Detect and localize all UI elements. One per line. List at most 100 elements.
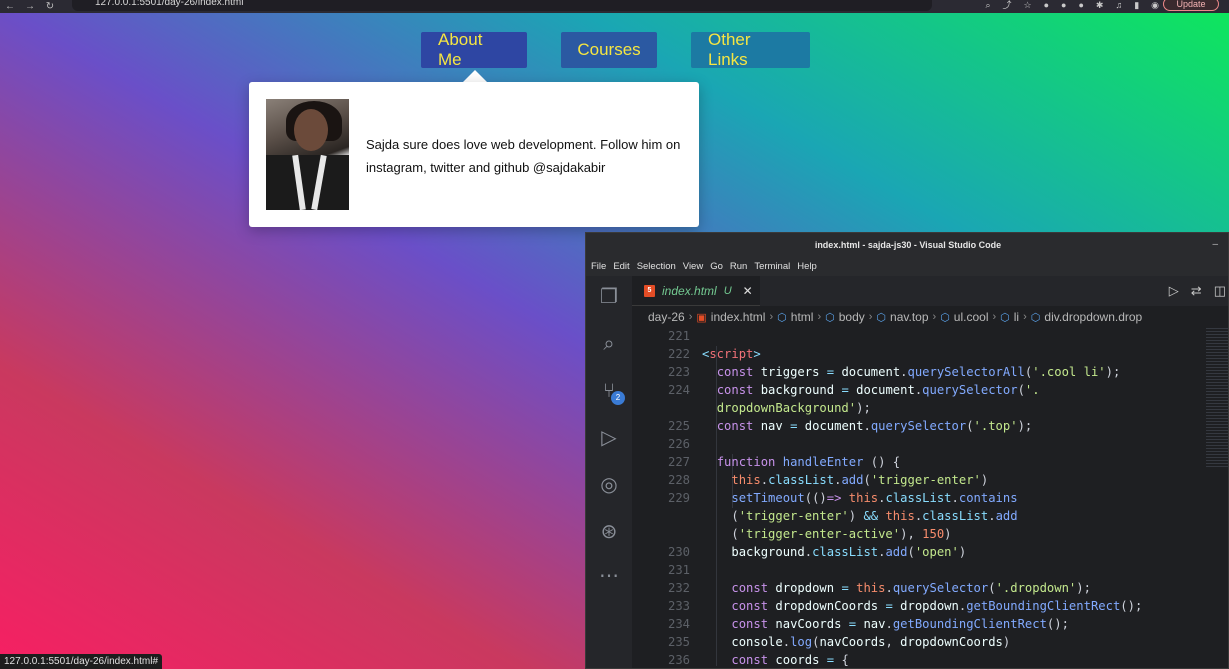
code-line[interactable]: 222 <script> [632, 345, 1228, 363]
breadcrumb-item[interactable]: nav.top [890, 310, 928, 324]
dropdown-card: Sajda sure does love web development. Fo… [249, 82, 699, 227]
share-icon[interactable]: ⤴ [1002, 0, 1011, 11]
element-icon: ⬡ [876, 311, 887, 324]
code-line[interactable]: 232 const dropdown = this.querySelector(… [632, 579, 1228, 597]
profile-photo [266, 99, 349, 210]
chevron-right-icon: › [932, 311, 937, 323]
code-editor[interactable]: 221 222 <script> 223 const triggers = doc… [632, 327, 1228, 668]
split-editor-icon[interactable]: ◫ [1214, 283, 1226, 299]
chevron-right-icon: › [817, 311, 822, 323]
code-line[interactable]: 233 const dropdownCoords = dropdown.getB… [632, 597, 1228, 615]
element-icon: ⬡ [940, 311, 950, 324]
forward-icon[interactable]: → [20, 0, 40, 13]
puzzle-icon[interactable]: ✱ [1096, 0, 1104, 11]
menu-item-run[interactable]: Run [730, 261, 747, 272]
menu-item-terminal[interactable]: Terminal [754, 261, 790, 272]
address-bar-url[interactable]: 127.0.0.1:5501/day-26/index.html [95, 0, 243, 8]
element-icon: ⬡ [1000, 311, 1010, 324]
dropdown-arrow [463, 70, 487, 82]
code-line[interactable]: ('trigger-enter-active'), 150) [632, 525, 1228, 543]
tab-index-html[interactable]: 5 index.html U ✕ [632, 276, 760, 306]
top-nav: About Me Courses Other Links [421, 30, 810, 69]
extension-icon[interactable]: ● [1061, 0, 1066, 11]
breadcrumb-item[interactable]: ul.cool [954, 310, 989, 324]
minimize-icon[interactable]: – [1212, 233, 1218, 257]
code-line[interactable]: 225 const nav = document.querySelector('… [632, 417, 1228, 435]
breadcrumb-item[interactable]: li [1014, 310, 1019, 324]
run-debug-icon[interactable]: ▷ [596, 425, 622, 451]
code-line[interactable]: 224 const background = document.querySel… [632, 381, 1228, 399]
sidepanel-icon[interactable]: ▮ [1134, 0, 1139, 11]
browser-extension-icons: ⌕ ⤴ ☆ ● ● ● ✱ ♫ ▮ ◉ [985, 0, 1159, 11]
zoom-icon[interactable]: ⌕ [985, 0, 990, 11]
media-icon[interactable]: ♫ [1115, 0, 1122, 11]
chevron-right-icon: › [992, 311, 997, 323]
menu-item-view[interactable]: View [683, 261, 703, 272]
code-line[interactable]: 231 [632, 561, 1228, 579]
chevron-right-icon: › [1023, 311, 1027, 323]
nav-item-about-me[interactable]: About Me [421, 30, 527, 69]
breadcrumb-item[interactable]: html [791, 310, 814, 324]
menu-item-file[interactable]: File [591, 261, 606, 272]
code-line[interactable]: 223 const triggers = document.querySelec… [632, 363, 1228, 381]
breadcrumb-item[interactable]: div.dropdown.drop [1044, 310, 1142, 324]
explorer-icon[interactable]: ❐ [596, 284, 622, 310]
chevron-right-icon: › [769, 311, 774, 323]
element-icon: ⬡ [825, 311, 835, 324]
menu-item-edit[interactable]: Edit [613, 261, 629, 272]
code-line[interactable]: ('trigger-enter') && this.classList.add [632, 507, 1228, 525]
chevron-right-icon: › [688, 311, 693, 323]
code-line[interactable]: 229 setTimeout(()=> this.classList.conta… [632, 489, 1228, 507]
code-line[interactable]: 226 [632, 435, 1228, 453]
html5-icon: ▣ [696, 311, 707, 324]
element-icon: ⬡ [777, 311, 787, 324]
code-line[interactable]: 227 function handleEnter () { [632, 453, 1228, 471]
code-line[interactable]: 230 background.classList.add('open') [632, 543, 1228, 561]
back-icon[interactable]: ← [0, 0, 20, 13]
activity-bar: ❐ ⌕ ⑂ 2 ▷ ◎ ⊛ ⋯ [586, 276, 632, 668]
code-line[interactable]: 235 console.log(navCoords, dropdownCoord… [632, 633, 1228, 651]
reload-icon[interactable]: ↻ [40, 0, 60, 13]
menu-item-go[interactable]: Go [710, 261, 723, 272]
more-icon[interactable]: ⋯ [596, 563, 622, 589]
source-control-badge: 2 [611, 391, 625, 405]
nav-item-other-links[interactable]: Other Links [691, 30, 810, 69]
tab-label: index.html [662, 283, 717, 298]
element-icon: ⬡ [1030, 311, 1041, 324]
code-line[interactable]: 228 this.classList.add('trigger-enter') [632, 471, 1228, 489]
status-bar-link-preview: 127.0.0.1:5501/day-26/index.html# [0, 654, 162, 669]
editor-actions: ▷ ⇄ ◫ [1169, 276, 1226, 306]
git-graph-icon[interactable]: ⊛ [596, 519, 622, 545]
avatar[interactable]: ◉ [1151, 0, 1159, 11]
breadcrumb: day-26 › ▣ index.html › ⬡ html › ⬡ body … [632, 306, 1228, 328]
code-line[interactable]: 221 [632, 327, 1228, 345]
breadcrumb-item[interactable]: body [839, 310, 865, 324]
code-line[interactable]: 236 const coords = { [632, 651, 1228, 668]
run-icon[interactable]: ▷ [1169, 283, 1179, 299]
close-icon[interactable]: ✕ [743, 284, 753, 298]
code-line[interactable]: 234 const navCoords = nav.getBoundingCli… [632, 615, 1228, 633]
compare-icon[interactable]: ⇄ [1191, 283, 1202, 299]
bookmark-star-icon[interactable]: ☆ [1024, 0, 1032, 11]
vscode-window: index.html - sajda-js30 - Visual Studio … [585, 232, 1229, 669]
tab-status: U [723, 284, 732, 297]
code-line[interactable]: dropdownBackground'); [632, 399, 1228, 417]
minimap[interactable] [1206, 328, 1228, 468]
menu-item-selection[interactable]: Selection [637, 261, 676, 272]
breadcrumb-item[interactable]: day-26 [648, 310, 685, 324]
update-button[interactable]: Update [1163, 0, 1219, 11]
editor-tabs: 5 index.html U ✕ ▷ ⇄ ◫ [632, 276, 1228, 306]
menu-bar: File Edit Selection View Go Run Terminal… [586, 257, 1228, 276]
extension-icon[interactable]: ● [1078, 0, 1083, 11]
chevron-right-icon: › [868, 311, 873, 323]
breadcrumb-item[interactable]: index.html [711, 310, 766, 324]
nav-item-courses[interactable]: Courses [561, 32, 657, 68]
menu-item-help[interactable]: Help [797, 261, 817, 272]
extension-icon[interactable]: ● [1044, 0, 1049, 11]
vscode-title: index.html - sajda-js30 - Visual Studio … [586, 233, 1228, 257]
github-icon[interactable]: ◎ [596, 472, 622, 498]
profile-bio: Sajda sure does love web development. Fo… [366, 137, 681, 175]
browser-toolbar: ← → ↻ 127.0.0.1:5501/day-26/index.html ⌕… [0, 0, 1229, 13]
search-icon[interactable]: ⌕ [596, 331, 622, 357]
html5-icon: 5 [644, 284, 655, 297]
